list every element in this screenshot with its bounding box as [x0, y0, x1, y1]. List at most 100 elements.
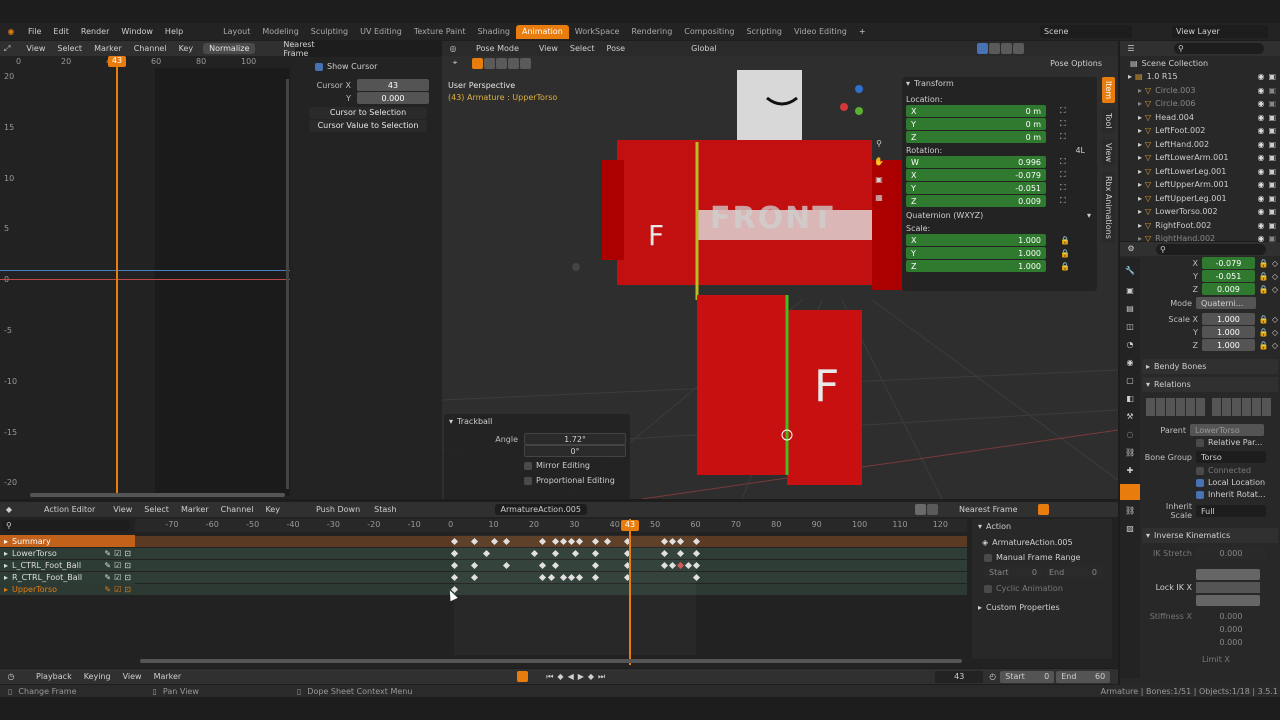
graph-menu-select[interactable]: Select — [51, 44, 88, 53]
local-location-row[interactable]: Local Location — [1196, 478, 1278, 487]
cyclic-row[interactable]: Cyclic Animation — [984, 584, 1112, 593]
angle2-field[interactable]: 0° — [524, 445, 626, 457]
parent-field[interactable]: LowerTorso — [1190, 424, 1264, 436]
graph-menu-channel[interactable]: Channel — [128, 44, 173, 53]
menu-file[interactable]: File — [22, 27, 47, 36]
normalize-toggle[interactable]: Normalize — [203, 43, 256, 54]
tab-modeling[interactable]: Modeling — [256, 27, 304, 36]
lock-icon[interactable]: 🔒 — [1060, 262, 1070, 271]
select-invert-icon[interactable] — [508, 57, 519, 69]
lock-icon[interactable]: ⊡ — [124, 549, 131, 558]
stiffness-fields[interactable]: 0.000 0.000 0.000 — [1196, 612, 1266, 651]
graph-menu-marker[interactable]: Marker — [88, 44, 128, 53]
timeline-menu-view[interactable]: View — [117, 672, 148, 681]
expand-icon[interactable]: ▸ — [1138, 221, 1142, 230]
render-icon[interactable]: ▣ — [1268, 140, 1276, 149]
end-frame-field[interactable]: End 60 — [1056, 670, 1111, 683]
inherit-rotation-row[interactable]: Inherit Rotat... — [1196, 490, 1278, 499]
relative-parent-row[interactable]: Relative Par... — [1196, 438, 1278, 447]
expand-icon[interactable]: ▸ — [4, 573, 8, 582]
outliner-item[interactable]: ▸ ▽ RightFoot.002 ◉ ▣ — [1120, 219, 1280, 233]
tab-sculpting[interactable]: Sculpting — [305, 27, 354, 36]
lock-icon[interactable]: 🔒 — [1259, 328, 1269, 337]
unlock-icon[interactable]: ⛶ — [1060, 170, 1066, 180]
action-menu-select[interactable]: Select — [138, 505, 175, 514]
menu-render[interactable]: Render — [75, 27, 115, 36]
unlock-icon[interactable]: ⛶ — [1060, 196, 1066, 206]
rotation-w-field[interactable]: W 0.996 — [906, 156, 1046, 168]
outliner-item[interactable]: ▸ ▽ LeftFoot.002 ◉ ▣ — [1120, 124, 1280, 138]
render-icon[interactable]: ▣ — [1268, 207, 1276, 216]
zoom-icon[interactable]: ⚲ — [874, 139, 884, 149]
action-frame-ruler[interactable]: -70 -60 -50 -40 -30 -20 -10 0 10 20 30 40 50 60 70 80 90… — [135, 519, 967, 532]
render-icon[interactable]: ▣ — [1268, 72, 1276, 81]
scale-z-field[interactable]: Z 1.000 — [906, 260, 1046, 272]
view-layer-tab-icon[interactable]: ◫ — [1125, 322, 1135, 332]
visibility-icon[interactable]: ◉ — [1257, 126, 1264, 135]
prev-key-icon[interactable]: ◆ — [557, 672, 563, 681]
pan-icon[interactable]: ✋ — [874, 157, 884, 167]
stiffness-x[interactable]: 0.000 — [1196, 612, 1266, 625]
render-icon[interactable]: ▣ — [1268, 126, 1276, 135]
stiffness-z[interactable]: 0.000 — [1196, 638, 1266, 651]
visibility-icon[interactable]: ◉ — [1257, 207, 1264, 216]
transform-header[interactable]: ▾ Transform — [902, 77, 1097, 90]
collection-tab-icon[interactable]: ▢ — [1125, 376, 1135, 386]
lock-icon[interactable]: 🔒 — [1259, 285, 1269, 294]
push-down-button[interactable]: Push Down — [316, 505, 360, 514]
render-icon[interactable]: ▣ — [1268, 153, 1276, 162]
visibility-icon[interactable]: ◉ — [1257, 99, 1264, 108]
manual-range-checkbox[interactable] — [984, 553, 992, 562]
proportional-icon[interactable] — [1037, 504, 1049, 515]
expand-icon[interactable]: ▸ — [1138, 153, 1142, 162]
lock-icon[interactable]: ⊡ — [124, 561, 131, 570]
channel-search[interactable]: ⚲ — [2, 520, 130, 531]
select-extend-icon[interactable] — [484, 57, 495, 69]
mode-dropdown[interactable]: Quaterni... — [1196, 297, 1256, 309]
tab-video-editing[interactable]: Video Editing — [788, 27, 853, 36]
keyframe-icon[interactable]: ◇ — [1272, 285, 1278, 294]
dopesheet-mode[interactable]: Action Editor — [44, 505, 95, 514]
expand-icon[interactable]: ▸ — [1138, 86, 1142, 95]
ik-stretch-field[interactable]: 0.000 — [1196, 547, 1266, 559]
render-icon[interactable]: ▣ — [1268, 86, 1276, 95]
select-subtract-icon[interactable] — [496, 57, 507, 69]
3d-viewport[interactable]: ◎ Pose Mode View Select Pose Global ⌖ Pose… — [442, 41, 1118, 499]
scale-y-field[interactable]: Y 1.000 — [906, 247, 1046, 259]
cursor-x-field[interactable]: 43 — [357, 79, 429, 91]
outliner-item[interactable]: ▸ ▤ 1.0 R15 ◉ ▣ — [1120, 70, 1280, 84]
sidebar-tab-view[interactable]: View — [1102, 138, 1115, 166]
tab-layout[interactable]: Layout — [217, 27, 256, 36]
tab-shading[interactable]: Shading — [471, 27, 516, 36]
tab-uv-editing[interactable]: UV Editing — [354, 27, 408, 36]
show-cursor-row[interactable]: Show Cursor — [315, 62, 442, 71]
grid-icon[interactable]: ▦ — [874, 193, 884, 203]
expand-icon[interactable]: ▸ — [1138, 180, 1142, 189]
shading-wire-icon[interactable] — [988, 43, 1000, 54]
proportional-editing-row[interactable]: Proportional Editing — [524, 476, 630, 485]
tab-animation[interactable]: Animation — [515, 24, 569, 39]
relations-panel[interactable]: ▾ Relations — [1142, 377, 1278, 392]
action-playhead[interactable] — [629, 519, 631, 665]
wrench-icon[interactable]: ✎ — [104, 585, 111, 594]
lock-ik-y[interactable] — [1196, 582, 1260, 593]
range-start-field[interactable]: Start 0 — [984, 566, 1042, 578]
render-icon[interactable]: ▣ — [1268, 167, 1276, 176]
lock-icon[interactable]: 🔒 — [1060, 236, 1070, 245]
inherit-scale-dropdown[interactable]: Full — [1196, 505, 1266, 517]
range-end-field[interactable]: End 0 — [1044, 566, 1102, 578]
bone-constraint-tab-icon[interactable]: ⛓ — [1125, 506, 1135, 516]
navigation-gizmo[interactable] — [840, 85, 880, 133]
render-icon[interactable]: ▣ — [1268, 194, 1276, 203]
location-z-field[interactable]: Z 0 m — [906, 131, 1046, 143]
menu-edit[interactable]: Edit — [47, 27, 75, 36]
wrench-icon[interactable]: ✎ — [104, 561, 111, 570]
cursor-value-to-selection-button[interactable]: Cursor Value to Selection — [309, 120, 427, 132]
checkbox-icon[interactable]: ☑ — [114, 585, 121, 594]
transform-orientation[interactable]: Global — [691, 44, 717, 53]
keyframe-area[interactable] — [135, 535, 967, 655]
lock-icon[interactable]: 🔒 — [1259, 272, 1269, 281]
wrench-icon[interactable]: ✎ — [104, 573, 111, 582]
collapse-icon[interactable]: ▾ — [449, 417, 453, 426]
expand-icon[interactable]: ▸ — [1138, 194, 1142, 203]
